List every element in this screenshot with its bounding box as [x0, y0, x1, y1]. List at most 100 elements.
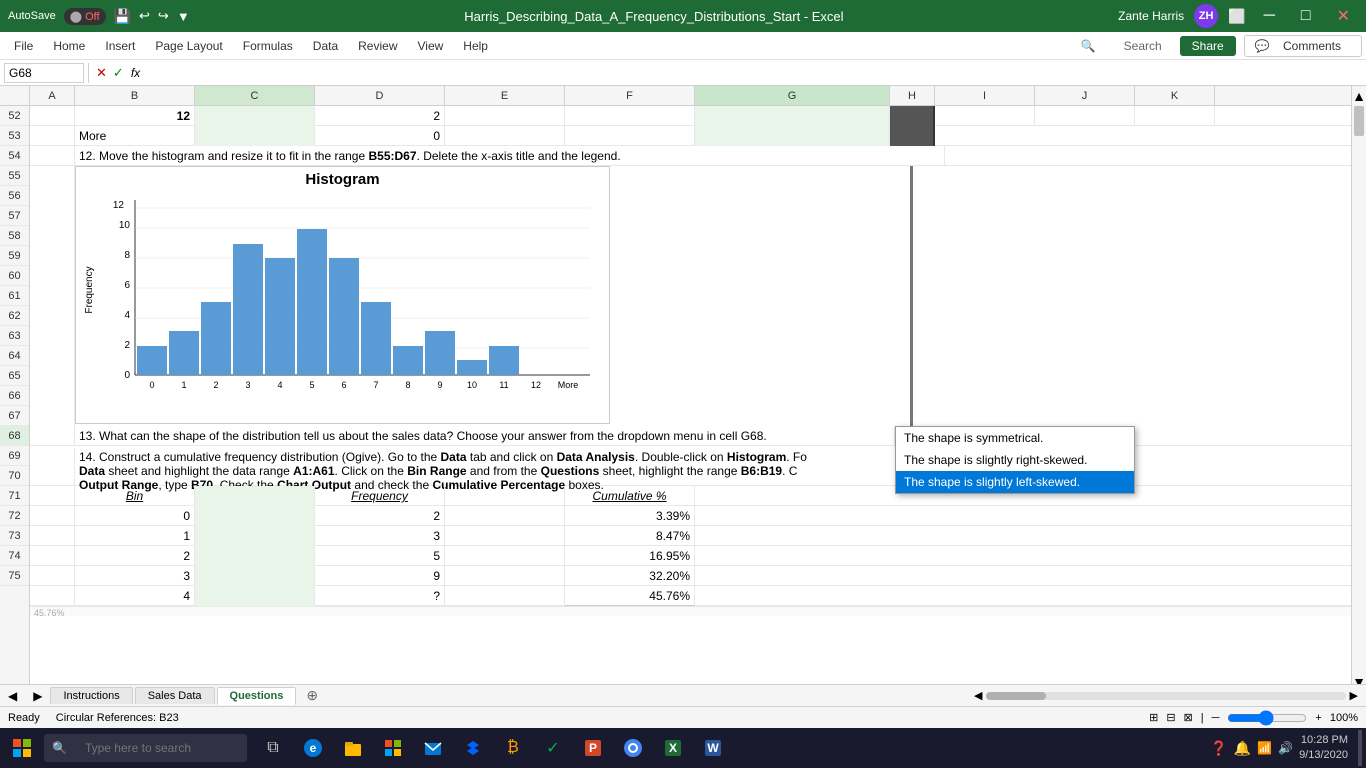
cell-e71[interactable]: [445, 506, 565, 526]
scroll-thumb[interactable]: [1354, 106, 1364, 136]
scroll-right-icon[interactable]: ▶: [1350, 689, 1358, 702]
undo-icon[interactable]: ↩: [139, 8, 150, 24]
cell-b75[interactable]: 4: [75, 586, 195, 606]
zoom-slider[interactable]: [1227, 712, 1307, 724]
cell-g53[interactable]: [695, 126, 890, 146]
taskbar-search-input[interactable]: [75, 734, 235, 762]
formula-fx-icon[interactable]: fx: [131, 66, 140, 80]
cell-c75[interactable]: [195, 586, 315, 606]
dropdown-option-symmetrical[interactable]: The shape is symmetrical.: [896, 427, 1134, 449]
next-sheet-btn[interactable]: ▶: [25, 689, 50, 703]
cell-i52[interactable]: [935, 106, 1035, 126]
cell-a54[interactable]: [30, 146, 75, 166]
cell-j52[interactable]: [1035, 106, 1135, 126]
cell-a52[interactable]: [30, 106, 75, 126]
normal-view-icon[interactable]: ⊞: [1149, 711, 1158, 724]
cell-a75[interactable]: [30, 586, 75, 606]
cell-d75[interactable]: ?: [315, 586, 445, 606]
dropdown-menu[interactable]: The shape is symmetrical. The shape is s…: [895, 426, 1135, 494]
comments-button[interactable]: 💬 Comments: [1244, 35, 1362, 57]
network-icon[interactable]: 📶: [1257, 741, 1272, 755]
formula-input[interactable]: [144, 66, 1362, 80]
cell-c71[interactable]: [195, 506, 315, 526]
cell-a73[interactable]: [30, 546, 75, 566]
cell-a71[interactable]: [30, 506, 75, 526]
add-sheet-btn[interactable]: ⊕: [298, 685, 326, 706]
help-icon[interactable]: ❓: [1210, 740, 1227, 757]
cell-c70[interactable]: [195, 486, 315, 506]
vertical-scrollbar[interactable]: ▲ ▼: [1351, 86, 1366, 684]
cell-d53[interactable]: 0: [315, 126, 445, 146]
menu-help[interactable]: Help: [453, 35, 498, 57]
cell-d52[interactable]: 2: [315, 106, 445, 126]
formula-check-icon[interactable]: ✓: [113, 65, 124, 81]
autosave-toggle[interactable]: ⬤ Off: [64, 8, 106, 25]
cell-a74[interactable]: [30, 566, 75, 586]
menu-view[interactable]: View: [408, 35, 454, 57]
edge-icon[interactable]: e: [295, 730, 331, 766]
word-icon[interactable]: W: [695, 730, 731, 766]
cell-e74[interactable]: [445, 566, 565, 586]
tab-questions[interactable]: Questions: [217, 687, 297, 705]
scroll-up-icon[interactable]: ▲: [1352, 88, 1366, 104]
cell-b52[interactable]: 12: [75, 106, 195, 126]
h-scroll-thumb[interactable]: [986, 692, 1046, 700]
cell-d74[interactable]: 9: [315, 566, 445, 586]
zoom-out-icon[interactable]: ─: [1212, 712, 1220, 724]
chrome-icon[interactable]: [615, 730, 651, 766]
task-view-icon[interactable]: ⧉: [255, 730, 291, 766]
search-text[interactable]: Search: [1114, 35, 1172, 57]
start-button[interactable]: [4, 730, 40, 766]
prev-sheet-btn[interactable]: ◀: [0, 689, 25, 703]
cell-e70[interactable]: [445, 486, 565, 506]
cell-e72[interactable]: [445, 526, 565, 546]
checkbox-icon[interactable]: ✓: [535, 730, 571, 766]
cell-a69[interactable]: [30, 448, 75, 488]
cell-a72[interactable]: [30, 526, 75, 546]
scroll-down-icon[interactable]: ▼: [1352, 674, 1366, 684]
ribbon-display-icon[interactable]: ⬜: [1228, 8, 1245, 25]
share-button[interactable]: Share: [1180, 36, 1236, 56]
tab-sales-data[interactable]: Sales Data: [135, 687, 215, 704]
cell-d71[interactable]: 2: [315, 506, 445, 526]
maximize-btn[interactable]: □: [1293, 3, 1319, 29]
cell-k52[interactable]: [1135, 106, 1215, 126]
cell-f75[interactable]: 45.76%: [565, 586, 695, 606]
cell-f71[interactable]: 3.39%: [565, 506, 695, 526]
histogram-chart[interactable]: Histogram 0 2 4 6 8: [75, 166, 610, 424]
dropdown-option-left-skewed[interactable]: The shape is slightly left-skewed.: [896, 471, 1134, 493]
cell-f72[interactable]: 8.47%: [565, 526, 695, 546]
cell-e73[interactable]: [445, 546, 565, 566]
powerpoint-icon[interactable]: P: [575, 730, 611, 766]
cell-b74[interactable]: 3: [75, 566, 195, 586]
h-scroll-track[interactable]: [986, 692, 1345, 700]
scroll-left-icon[interactable]: ◀: [974, 689, 982, 702]
cell-e53[interactable]: [445, 126, 565, 146]
menu-insert[interactable]: Insert: [95, 35, 145, 57]
cells-a55-67[interactable]: [30, 166, 75, 426]
tab-instructions[interactable]: Instructions: [50, 687, 132, 704]
menu-home[interactable]: Home: [43, 35, 95, 57]
menu-data[interactable]: Data: [303, 35, 348, 57]
customize-icon[interactable]: ▼: [177, 9, 190, 24]
cell-f74[interactable]: 32.20%: [565, 566, 695, 586]
store-icon[interactable]: [375, 730, 411, 766]
cell-e52[interactable]: [445, 106, 565, 126]
excel-icon[interactable]: X: [655, 730, 691, 766]
cell-c52[interactable]: [195, 106, 315, 126]
taskbar-search-box[interactable]: 🔍: [44, 734, 247, 762]
mail-icon[interactable]: [415, 730, 451, 766]
menu-formulas[interactable]: Formulas: [233, 35, 303, 57]
page-layout-icon[interactable]: ⊟: [1166, 711, 1175, 724]
cell-f52[interactable]: [565, 106, 695, 126]
cell-f73[interactable]: 16.95%: [565, 546, 695, 566]
cell-c73[interactable]: [195, 546, 315, 566]
save-icon[interactable]: 💾: [114, 8, 131, 25]
cell-b71[interactable]: 0: [75, 506, 195, 526]
redo-icon[interactable]: ↪: [158, 8, 169, 24]
cell-c74[interactable]: [195, 566, 315, 586]
file-explorer-icon[interactable]: [335, 730, 371, 766]
menu-file[interactable]: File: [4, 35, 43, 57]
dropdown-option-right-skewed[interactable]: The shape is slightly right-skewed.: [896, 449, 1134, 471]
cell-h53[interactable]: [890, 126, 935, 146]
